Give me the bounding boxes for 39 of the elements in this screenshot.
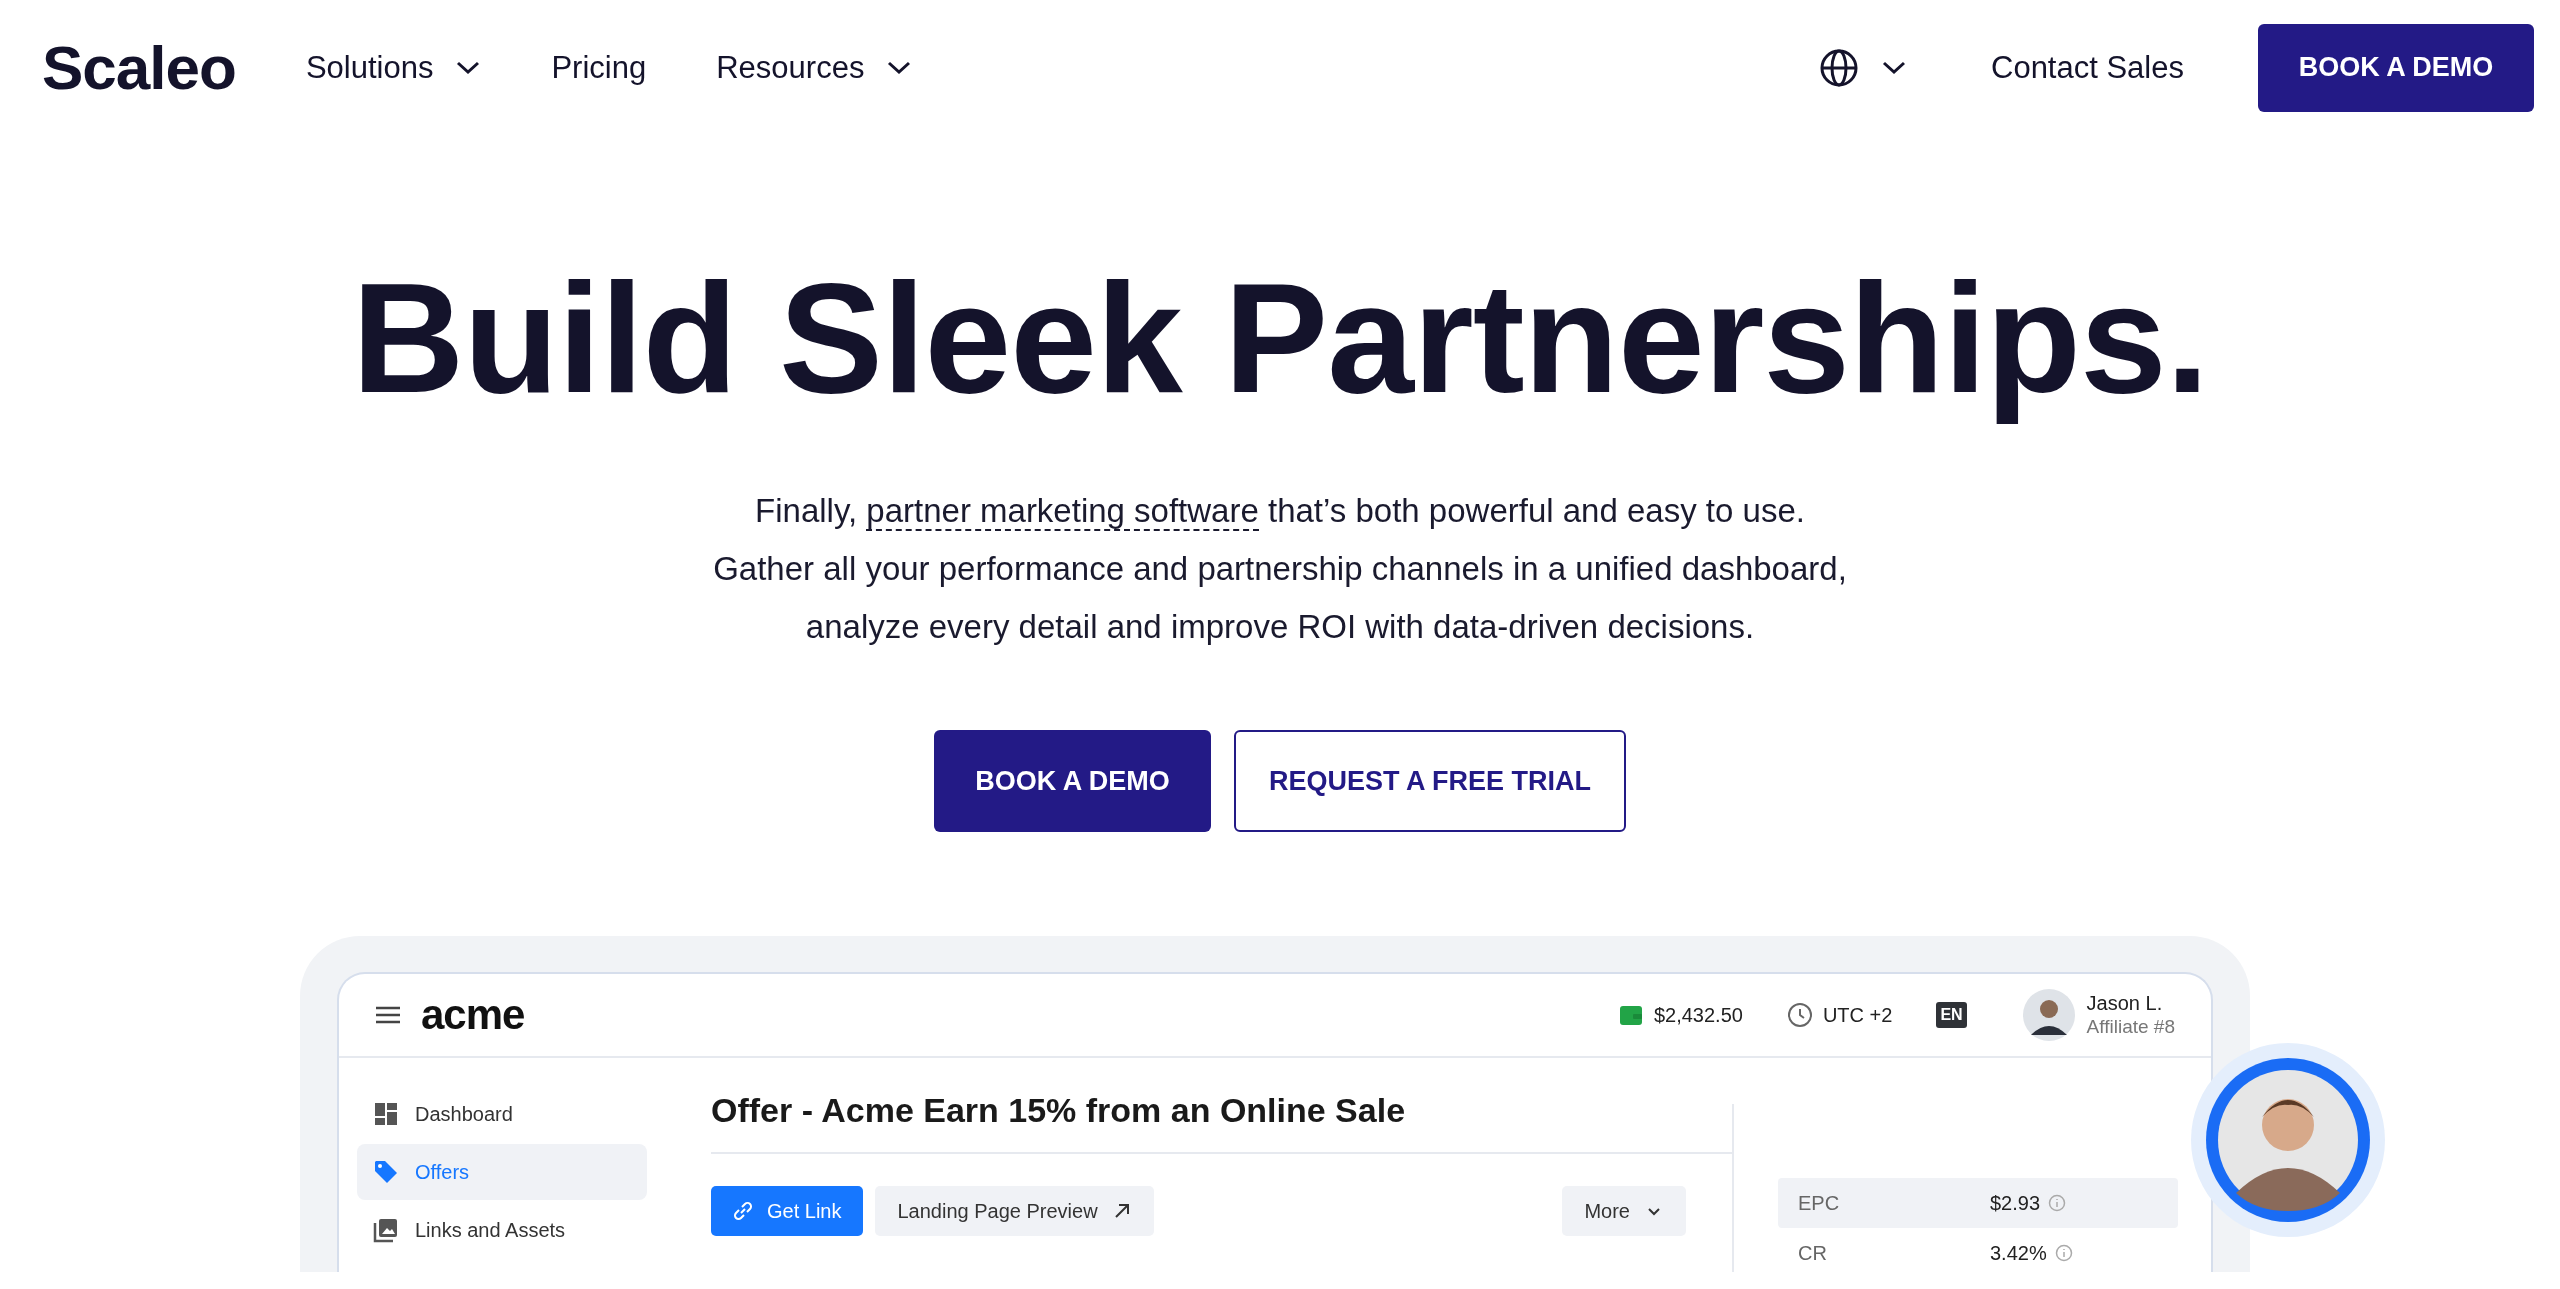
dropdown-menu[interactable]: Solutions [305,49,482,86]
dropdown-menu[interactable]: Resources [716,49,913,86]
tag-icon [373,1159,399,1185]
page-title: Offer - Acme Earn 15% from an Online Sale [711,1090,1407,1131]
stat-value: 3.42% [1990,1241,2047,1265]
more-dropdown[interactable]: More [1562,1186,1686,1236]
user-role: Affiliate #8 [2086,1015,2175,1039]
link-icon [733,1201,753,1221]
sidebar-item[interactable]: Links and Assets [357,1202,647,1258]
globe-icon [1819,47,1859,88]
logo[interactable]: Scaleo [42,32,236,103]
menu-icon[interactable] [375,1005,401,1025]
app-logo: acme [421,991,526,1039]
contact-link[interactable]: Contact Sales [1991,49,2184,86]
book-demo-button[interactable]: BOOK A DEMO [934,730,1211,832]
dashboard-icon [373,1101,399,1127]
free-trial-button[interactable]: REQUEST A FREE TRIAL [1234,730,1626,832]
headline: Build Sleek Partnerships. [351,252,2209,424]
info-icon [2054,1244,2073,1262]
sidebar-item[interactable]: Dashboard [357,1086,647,1142]
user-name: Jason L. [2086,991,2164,1015]
stat-value: $2.93 [1990,1191,2041,1215]
avatar [2022,989,2075,1041]
preview-button[interactable]: Landing Page Preview [875,1186,1154,1236]
text-link[interactable]: partner marketing software [866,492,1259,531]
images-icon [373,1217,399,1243]
stat-label: CR [1798,1241,1828,1265]
timezone-label: UTC +2 [1822,1003,1893,1027]
clock-icon [1786,1002,1813,1028]
language-badge[interactable]: EN [1936,1002,1967,1028]
intro-text: Finally, partner marketing software that’s both powerful and easy to use. Gather all your performance and partnership channels in a unified dashboard, analyze every detail and improve ROI with data-driven decisions. [713,491,1847,647]
nav-link[interactable]: Pricing [551,49,647,86]
info-icon [2048,1194,2067,1212]
balance-amount: $2,432.50 [1653,1003,1743,1027]
book-demo-button[interactable]: BOOK A DEMO [2258,23,2534,112]
language-selector[interactable] [1819,47,1907,88]
get-link-button[interactable]: Get Link [711,1186,864,1236]
sidebar-item[interactable]: Offers [357,1144,647,1200]
stat-label: EPC [1798,1191,1841,1215]
